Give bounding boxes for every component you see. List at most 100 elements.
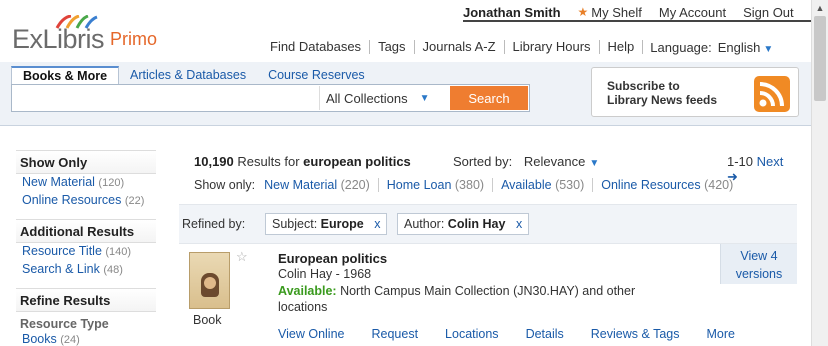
tab-more[interactable]: More <box>706 327 734 341</box>
tab-reviews-tags[interactable]: Reviews & Tags <box>591 327 680 341</box>
scroll-thumb[interactable] <box>814 16 826 101</box>
show-only-count: (420) <box>704 178 734 192</box>
filter-value: Colin Hay <box>447 217 506 231</box>
filter-field: Subject: <box>272 217 318 231</box>
facet-heading: Additional Results <box>16 219 156 243</box>
show-only-home-loan[interactable]: Home Loan (380) <box>379 178 494 192</box>
nav-journals-az[interactable]: Journals A-Z <box>415 40 505 54</box>
sort-select[interactable]: Relevance ▼ <box>524 154 599 169</box>
subscribe-line-2: Library News feeds <box>607 93 718 107</box>
subscribe-line-1: Subscribe to <box>607 79 680 93</box>
subscribe-feeds-box[interactable]: Subscribe to Library News feeds <box>591 67 799 117</box>
show-only-label: Show only: <box>194 178 256 192</box>
facet-label[interactable]: New Material <box>22 175 95 189</box>
my-account-link[interactable]: My Account <box>659 5 726 20</box>
show-only-online-resources[interactable]: Online Resources (420) <box>593 178 741 192</box>
nav-find-databases[interactable]: Find Databases <box>262 40 371 54</box>
show-only-link[interactable]: Online Resources <box>601 178 700 192</box>
remove-filter-icon[interactable]: x <box>516 217 522 231</box>
collection-select[interactable]: All Collections ▼ <box>319 86 449 110</box>
facet-label[interactable]: Online Resources <box>22 193 121 207</box>
facet-count: (140) <box>105 246 132 258</box>
chevron-down-icon: ▼ <box>419 92 430 104</box>
next-label: Next <box>756 154 784 169</box>
facet-online-resources[interactable]: Online Resources (22) <box>16 192 156 210</box>
search-button[interactable]: Search <box>450 86 528 110</box>
user-name: Jonathan Smith <box>463 4 561 20</box>
chevron-down-icon: ▼ <box>763 43 774 55</box>
refined-by-label: Refined by: <box>182 217 246 231</box>
nav-tags[interactable]: Tags <box>370 40 415 54</box>
facet-count: (48) <box>103 264 123 276</box>
tab-articles-databases[interactable]: Articles & Databases <box>119 66 257 86</box>
chevron-down-icon: ▼ <box>589 158 600 169</box>
filter-value: Europe <box>320 217 364 231</box>
results-query: european politics <box>303 154 411 169</box>
facet-refine-results: Refine Results Resource Type Books (24) <box>16 288 156 346</box>
versions-line-1[interactable]: View 4 <box>740 249 777 263</box>
facet-show-only: Show Only New Material (120) Online Reso… <box>16 150 156 210</box>
versions-line-2[interactable]: versions <box>736 267 783 281</box>
user-bar: Jonathan Smith ★ My Shelf My Account Sig… <box>463 3 811 21</box>
sort-control: Sorted by: Relevance ▼ <box>453 154 599 169</box>
logo-text: ExLibris <box>12 24 105 54</box>
facet-label[interactable]: Resource Title <box>22 244 102 258</box>
sign-out-link[interactable]: Sign Out <box>743 5 794 20</box>
search-input[interactable] <box>12 85 318 111</box>
logo[interactable]: ExLibris Primo <box>12 24 157 55</box>
rss-icon[interactable] <box>754 76 790 112</box>
book-cover-thumbnail[interactable] <box>189 252 230 309</box>
facet-subheading: Resource Type <box>20 317 109 331</box>
facet-count: (120) <box>98 177 125 189</box>
sort-value: Relevance <box>523 154 586 169</box>
language-label: Language: <box>650 39 712 55</box>
filter-chip-author: Author: Colin Hay x <box>397 213 530 235</box>
tab-books-more[interactable]: Books & More <box>11 66 120 86</box>
tab-details[interactable]: Details <box>526 327 564 341</box>
page-scrollbar[interactable]: ▲ <box>811 0 828 346</box>
show-only-link[interactable]: Available <box>501 178 552 192</box>
collection-value: All Collections <box>326 90 408 106</box>
nav-help[interactable]: Help <box>600 40 644 54</box>
facet-label[interactable]: Books <box>22 332 57 346</box>
language-select[interactable]: English ▼ <box>718 40 774 55</box>
my-shelf-link[interactable]: My Shelf <box>591 5 642 20</box>
show-only-new-material[interactable]: New Material (220) <box>256 178 379 192</box>
show-only-link[interactable]: New Material <box>264 178 337 192</box>
facet-books[interactable]: Books (24) <box>16 331 156 346</box>
show-only-count: (530) <box>555 178 585 192</box>
facet-additional-results: Additional Results Resource Title (140) … <box>16 219 156 279</box>
filter-chip-subject: Subject: Europe x <box>265 213 388 235</box>
language-value: English <box>717 39 761 55</box>
tab-course-reserves[interactable]: Course Reserves <box>257 66 376 86</box>
result-item: ☆ Book European politics Colin Hay - 196… <box>179 244 797 346</box>
scroll-up-arrow-icon[interactable]: ▲ <box>812 0 828 16</box>
show-only-available[interactable]: Available (530) <box>493 178 594 192</box>
results-count-text: Results for <box>237 154 300 169</box>
facet-new-material[interactable]: New Material (120) <box>16 174 156 192</box>
result-availability: Available: North Campus Main Collection … <box>278 283 678 315</box>
nav-library-hours[interactable]: Library Hours <box>505 40 600 54</box>
cover-portrait-face <box>204 277 216 289</box>
header: ExLibris Primo Jonathan Smith ★ My Shelf … <box>0 0 811 62</box>
facet-count: (22) <box>124 195 145 207</box>
add-to-shelf-star-icon[interactable]: ☆ <box>236 249 248 265</box>
facet-search-link[interactable]: Search & Link (48) <box>16 261 156 279</box>
show-only-link[interactable]: Home Loan <box>387 178 452 192</box>
tab-view-online[interactable]: View Online <box>278 327 344 341</box>
facet-heading: Refine Results <box>16 288 156 312</box>
results-number: 10,190 <box>194 154 234 169</box>
view-versions-link[interactable]: View 4 versions <box>720 244 797 284</box>
facet-sidebar: Show Only New Material (120) Online Reso… <box>16 150 156 346</box>
show-only-count: (380) <box>454 178 485 192</box>
tab-request[interactable]: Request <box>371 327 418 341</box>
remove-filter-icon[interactable]: x <box>374 217 380 231</box>
facet-resource-title[interactable]: Resource Title (140) <box>16 243 156 261</box>
search-tabs: Books & More Articles & Databases Course… <box>11 66 376 86</box>
star-icon: ★ <box>577 5 589 19</box>
result-actions: View Online Request Locations Details Re… <box>278 327 762 341</box>
result-title[interactable]: European politics <box>278 251 387 266</box>
facet-heading: Show Only <box>16 150 156 174</box>
facet-label[interactable]: Search & Link <box>22 262 100 276</box>
tab-locations[interactable]: Locations <box>445 327 499 341</box>
